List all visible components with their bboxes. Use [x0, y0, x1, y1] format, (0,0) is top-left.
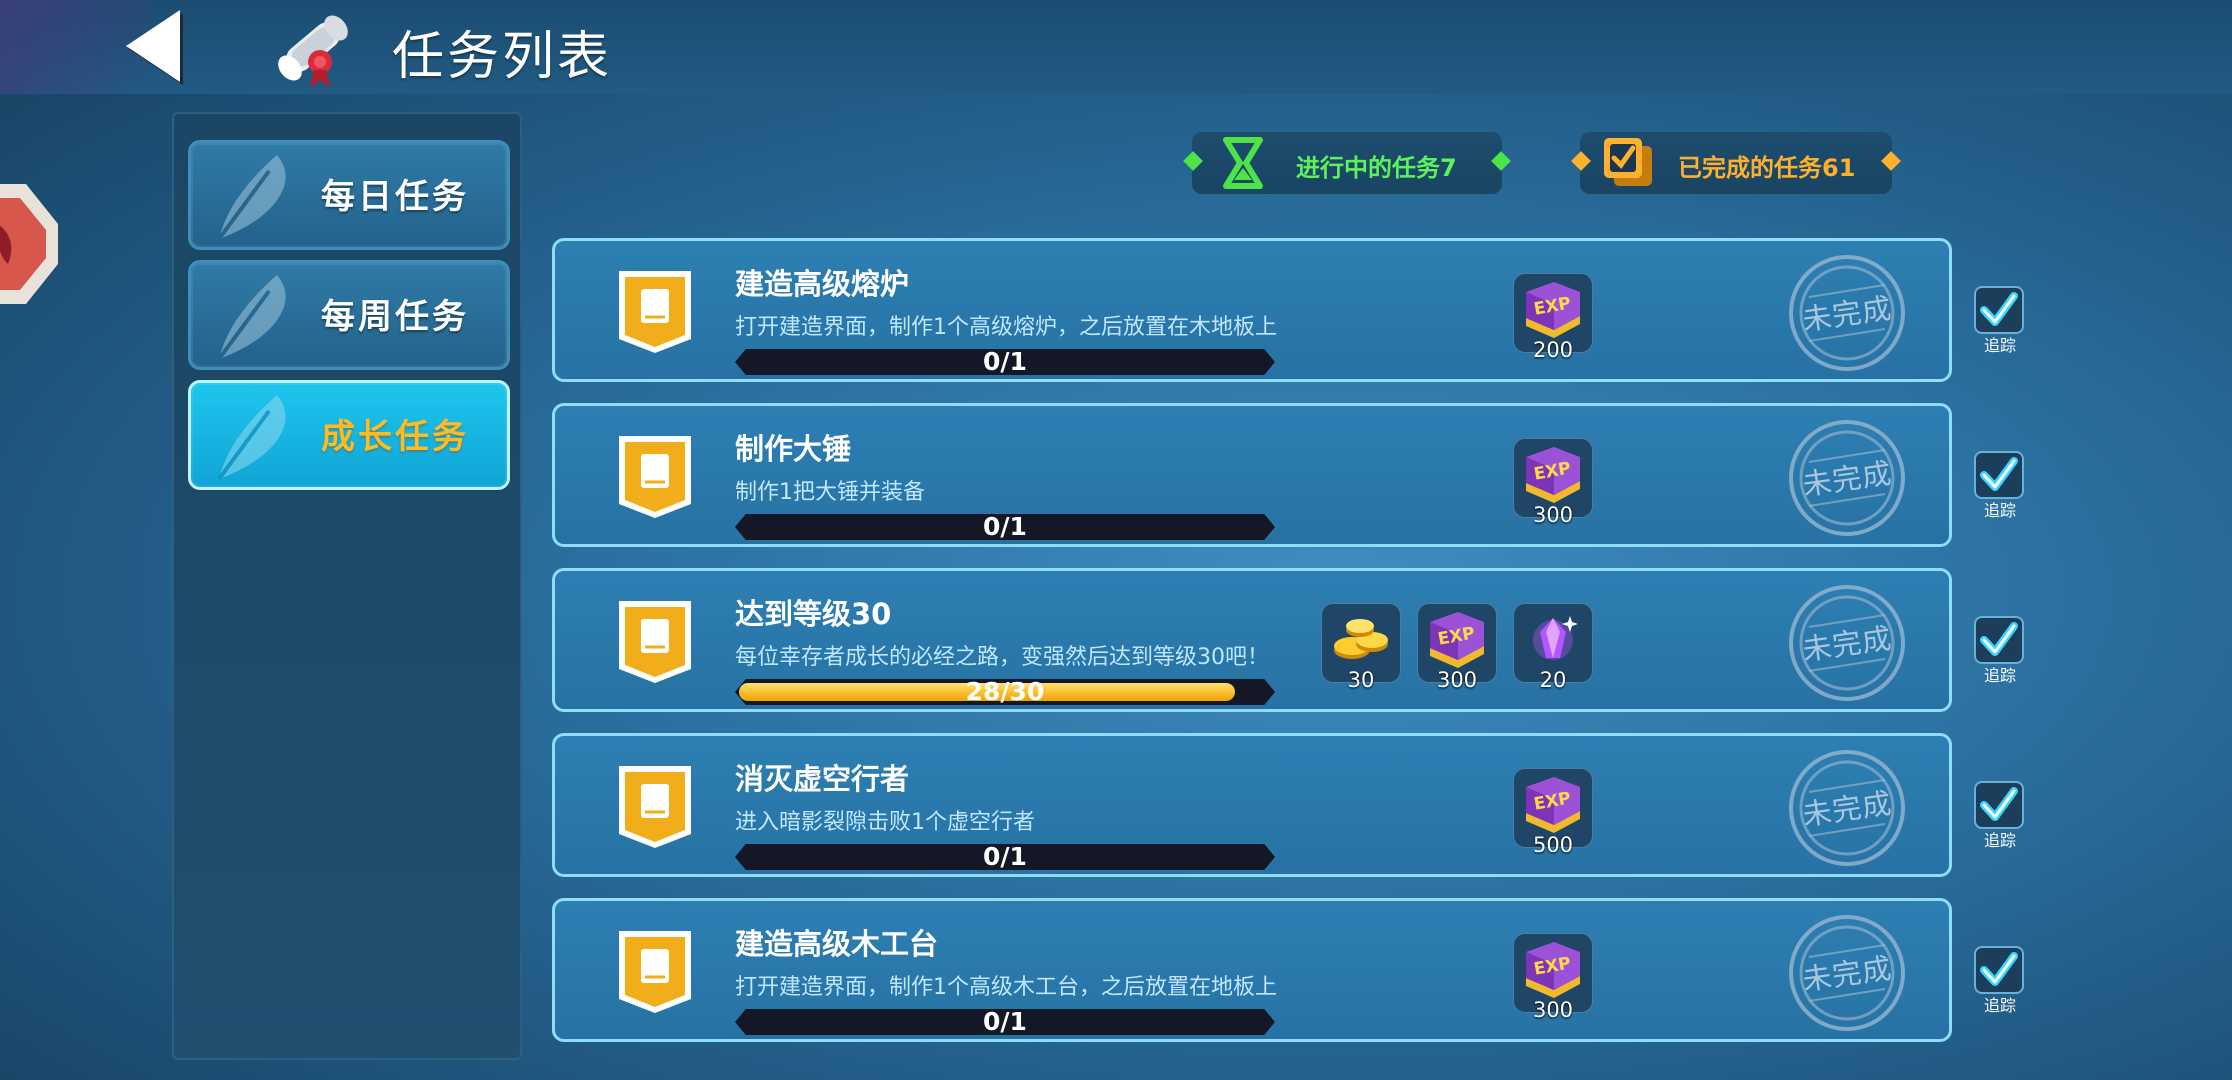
quest-progress-text: 0/1	[983, 347, 1027, 376]
track-toggle[interactable]: 追踪	[1972, 946, 2028, 1018]
feather-icon	[217, 275, 286, 361]
status-stamp: 未完成	[1787, 253, 1907, 373]
tab-label: 每周任务	[321, 297, 469, 337]
checkmark-icon	[1980, 457, 2018, 491]
reward-slot[interactable]: EXP 300	[1513, 933, 1593, 1022]
quest-progress-text: 28/30	[965, 677, 1045, 706]
tab-weekly-quests[interactable]: 每周任务	[188, 260, 510, 370]
track-label: 追踪	[1983, 666, 2016, 685]
quest-progress-bar: 0/1	[735, 1009, 1275, 1035]
quest-badge-icon	[619, 436, 691, 518]
quest-row[interactable]: 制作大锤 制作1把大锤并装备 0/1 EXP 300 未完成	[552, 403, 1952, 547]
track-toggle[interactable]: 追踪	[1972, 781, 2028, 853]
reward-count: 500	[1532, 833, 1574, 857]
checkmark-icon	[1980, 952, 2018, 986]
completed-counter: 已完成的任务61	[1571, 132, 1901, 194]
quest-progress-bar: 0/1	[735, 349, 1275, 375]
status-stamp: 未完成	[1787, 418, 1907, 538]
reward-count: 200	[1532, 338, 1574, 362]
feather-icon	[217, 395, 286, 481]
track-toggle[interactable]: 追踪	[1972, 616, 2028, 688]
tab-growth-quests[interactable]: 成长任务	[188, 380, 510, 490]
category-sidebar: 每日任务 每周任务 成长任务	[172, 112, 522, 1060]
quest-row[interactable]: 消灭虚空行者 进入暗影裂隙击败1个虚空行者 0/1 EXP 500 未完成	[552, 733, 1952, 877]
tab-daily-quests[interactable]: 每日任务	[188, 140, 510, 250]
back-arrow-icon	[126, 10, 183, 85]
quest-progress-text: 0/1	[983, 1007, 1027, 1036]
reward-slot[interactable]: EXP 500	[1513, 768, 1593, 857]
quest-scroll-icon	[268, 4, 358, 92]
checkmark-icon	[1980, 292, 2018, 326]
track-checkbox[interactable]	[1974, 781, 2024, 829]
quest-title: 消灭虚空行者	[735, 762, 910, 796]
page-title: 任务列表	[392, 27, 613, 87]
status-stamp: 未完成	[1787, 748, 1907, 868]
diamond-left-icon	[1571, 151, 1591, 171]
reward-slot[interactable]: 30	[1321, 603, 1401, 692]
quest-progress-bar: 0/1	[735, 514, 1275, 540]
checkmark-icon	[1980, 622, 2018, 656]
quest-progress-bar: 28/30	[735, 679, 1275, 705]
quest-badge-icon	[619, 271, 691, 353]
reward-count: 300	[1436, 668, 1478, 692]
reward-count: 20	[1539, 668, 1567, 692]
status-stamp: 未完成	[1787, 913, 1907, 1033]
reward-slot[interactable]: EXP 300	[1513, 438, 1593, 527]
reward-slot[interactable]: EXP 200	[1513, 273, 1593, 362]
side-avatar-partial[interactable]	[0, 184, 58, 304]
diamond-right-icon	[1491, 151, 1511, 171]
quest-description: 打开建造界面，制作1个高级熔炉，之后放置在木地板上	[735, 315, 1277, 340]
reward-count: 300	[1532, 998, 1574, 1022]
feather-icon	[217, 155, 286, 241]
quest-row[interactable]: 建造高级木工台 打开建造界面，制作1个高级木工台，之后放置在地板上 0/1 EX…	[552, 898, 1952, 1042]
checkmark-icon	[1980, 787, 2018, 821]
track-checkbox[interactable]	[1974, 616, 2024, 664]
back-button[interactable]	[118, 6, 198, 86]
quest-description: 打开建造界面，制作1个高级木工台，之后放置在地板上	[735, 975, 1277, 1000]
track-checkbox[interactable]	[1974, 451, 2024, 499]
quest-badge-icon	[619, 766, 691, 848]
quest-row[interactable]: 建造高级熔炉 打开建造界面，制作1个高级熔炉，之后放置在木地板上 0/1 EXP…	[552, 238, 1952, 382]
completed-label: 已完成的任务61	[1678, 154, 1856, 182]
diamond-left-icon	[1183, 151, 1203, 171]
quest-description: 每位幸存者成长的必经之路，变强然后达到等级30吧！	[735, 645, 1269, 670]
checklist-icon	[1604, 138, 1652, 186]
track-toggle[interactable]: 追踪	[1972, 451, 2028, 523]
track-label: 追踪	[1983, 996, 2016, 1015]
quest-title: 建造高级熔炉	[735, 267, 910, 301]
track-label: 追踪	[1983, 831, 2016, 850]
tab-label: 每日任务	[321, 177, 469, 217]
quest-title: 达到等级30	[735, 597, 892, 631]
in-progress-label: 进行中的任务7	[1296, 154, 1457, 182]
track-label: 追踪	[1983, 501, 2016, 520]
quest-progress-text: 0/1	[983, 512, 1027, 541]
reward-count: 300	[1532, 503, 1574, 527]
track-checkbox[interactable]	[1974, 286, 2024, 334]
diamond-right-icon	[1881, 151, 1901, 171]
quest-title: 制作大锤	[735, 432, 852, 466]
quest-progress-bar: 0/1	[735, 844, 1275, 870]
quest-progress-text: 0/1	[983, 842, 1027, 871]
quest-description: 制作1把大锤并装备	[735, 480, 925, 505]
quest-badge-icon	[619, 601, 691, 683]
quest-description: 进入暗影裂隙击败1个虚空行者	[735, 810, 1035, 835]
track-checkbox[interactable]	[1974, 946, 2024, 994]
in-progress-counter: 进行中的任务7	[1183, 132, 1511, 194]
status-stamp: 未完成	[1787, 583, 1907, 703]
track-label: 追踪	[1983, 336, 2016, 355]
track-toggle[interactable]: 追踪	[1972, 286, 2028, 358]
quest-badge-icon	[619, 931, 691, 1013]
tab-label: 成长任务	[321, 417, 469, 457]
reward-slot[interactable]: EXP 300	[1417, 603, 1497, 692]
quest-row[interactable]: 达到等级30 每位幸存者成长的必经之路，变强然后达到等级30吧！ 28/30 3…	[552, 568, 1952, 712]
hourglass-icon	[1223, 137, 1263, 189]
quest-title: 建造高级木工台	[735, 927, 939, 961]
reward-count: 30	[1347, 668, 1375, 692]
reward-slot[interactable]: 20	[1513, 603, 1593, 692]
